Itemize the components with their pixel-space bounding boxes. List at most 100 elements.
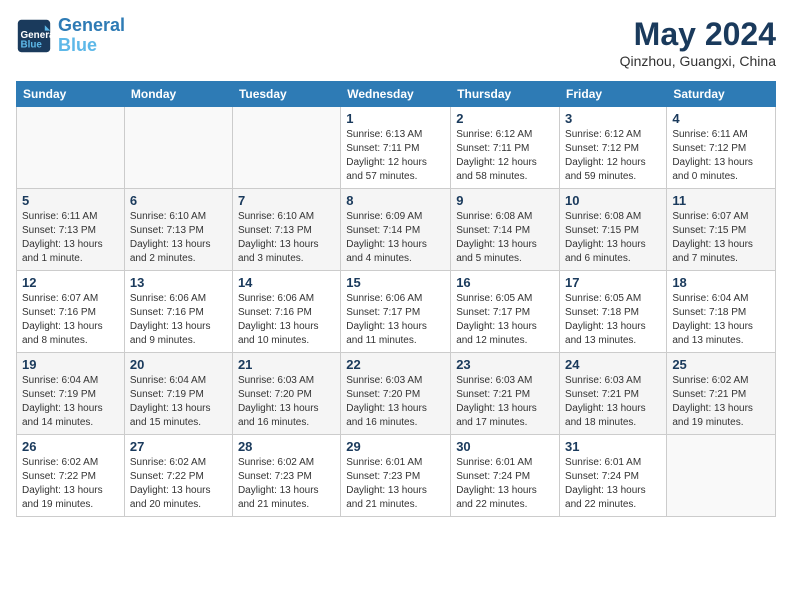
calendar-cell: 2Sunrise: 6:12 AM Sunset: 7:11 PM Daylig… (451, 107, 560, 189)
svg-text:Blue: Blue (21, 39, 43, 50)
calendar-cell: 27Sunrise: 6:02 AM Sunset: 7:22 PM Dayli… (124, 435, 232, 517)
calendar-cell: 6Sunrise: 6:10 AM Sunset: 7:13 PM Daylig… (124, 189, 232, 271)
day-number: 20 (130, 357, 227, 372)
calendar-cell: 24 Sunrise: 6:03 AM Sunset: 7:21 PM Dayli… (560, 353, 667, 435)
calendar-cell: 28 Sunrise: 6:02 AM Sunset: 7:23 PM Dayli… (232, 435, 340, 517)
calendar-cell: 4Sunrise: 6:11 AM Sunset: 7:12 PM Daylig… (667, 107, 776, 189)
calendar-cell: 17 Sunrise: 6:05 AM Sunset: 7:18 PM Dayli… (560, 271, 667, 353)
day-info: Sunrise: 6:08 AM Sunset: 7:14 PM Dayligh… (456, 210, 554, 266)
weekday-header-friday: Friday (560, 82, 667, 107)
calendar-cell: 22 Sunrise: 6:03 AM Sunset: 7:20 PM Dayli… (341, 353, 451, 435)
day-number: 10 (565, 193, 661, 208)
day-info: Sunrise: 6:02 AM Sunset: 7:23 PM Dayligh… (238, 456, 335, 512)
day-info: Sunrise: 6:11 AM Sunset: 7:13 PM Dayligh… (22, 210, 119, 266)
calendar-cell: 1Sunrise: 6:13 AM Sunset: 7:11 PM Daylig… (341, 107, 451, 189)
day-number: 16 (456, 275, 554, 290)
day-number: 3 (565, 111, 661, 126)
day-info: Sunrise: 6:12 AM Sunset: 7:12 PM Dayligh… (565, 128, 661, 184)
day-info: Sunrise: 6:01 AM Sunset: 7:23 PM Dayligh… (346, 456, 445, 512)
logo: General Blue GeneralBlue (16, 16, 125, 56)
calendar-cell: 8 Sunrise: 6:09 AM Sunset: 7:14 PM Daylig… (341, 189, 451, 271)
calendar-cell: 5 Sunrise: 6:11 AM Sunset: 7:13 PM Daylig… (17, 189, 125, 271)
day-number: 13 (130, 275, 227, 290)
calendar-week-3: 12 Sunrise: 6:07 AM Sunset: 7:16 PM Dayli… (17, 271, 776, 353)
calendar-cell: 30 Sunrise: 6:01 AM Sunset: 7:24 PM Dayli… (451, 435, 560, 517)
day-info: Sunrise: 6:07 AM Sunset: 7:16 PM Dayligh… (22, 292, 119, 348)
weekday-header-tuesday: Tuesday (232, 82, 340, 107)
day-info: Sunrise: 6:04 AM Sunset: 7:18 PM Dayligh… (672, 292, 770, 348)
day-info: Sunrise: 6:09 AM Sunset: 7:14 PM Dayligh… (346, 210, 445, 266)
calendar-cell (232, 107, 340, 189)
calendar-week-2: 5 Sunrise: 6:11 AM Sunset: 7:13 PM Daylig… (17, 189, 776, 271)
day-number: 30 (456, 439, 554, 454)
day-number: 19 (22, 357, 119, 372)
day-info: Sunrise: 6:01 AM Sunset: 7:24 PM Dayligh… (565, 456, 661, 512)
day-info: Sunrise: 6:07 AM Sunset: 7:15 PM Dayligh… (672, 210, 770, 266)
page-header: General Blue GeneralBlue May 2024 Qinzho… (16, 16, 776, 69)
calendar-cell: 29 Sunrise: 6:01 AM Sunset: 7:23 PM Dayli… (341, 435, 451, 517)
day-info: Sunrise: 6:03 AM Sunset: 7:21 PM Dayligh… (456, 374, 554, 430)
day-number: 2 (456, 111, 554, 126)
weekday-header-thursday: Thursday (451, 82, 560, 107)
day-info: Sunrise: 6:08 AM Sunset: 7:15 PM Dayligh… (565, 210, 661, 266)
day-info: Sunrise: 6:05 AM Sunset: 7:17 PM Dayligh… (456, 292, 554, 348)
day-number: 11 (672, 193, 770, 208)
calendar-cell: 23 Sunrise: 6:03 AM Sunset: 7:21 PM Dayli… (451, 353, 560, 435)
day-info: Sunrise: 6:03 AM Sunset: 7:20 PM Dayligh… (346, 374, 445, 430)
day-number: 8 (346, 193, 445, 208)
day-number: 25 (672, 357, 770, 372)
day-number: 4 (672, 111, 770, 126)
weekday-header-saturday: Saturday (667, 82, 776, 107)
calendar-cell: 20 Sunrise: 6:04 AM Sunset: 7:19 PM Dayli… (124, 353, 232, 435)
day-number: 21 (238, 357, 335, 372)
day-number: 22 (346, 357, 445, 372)
day-info: Sunrise: 6:06 AM Sunset: 7:16 PM Dayligh… (238, 292, 335, 348)
day-info: Sunrise: 6:10 AM Sunset: 7:13 PM Dayligh… (238, 210, 335, 266)
calendar-cell: 3 Sunrise: 6:12 AM Sunset: 7:12 PM Daylig… (560, 107, 667, 189)
calendar-cell: 13 Sunrise: 6:06 AM Sunset: 7:16 PM Dayli… (124, 271, 232, 353)
calendar-cell: 16 Sunrise: 6:05 AM Sunset: 7:17 PM Dayli… (451, 271, 560, 353)
day-number: 18 (672, 275, 770, 290)
day-number: 23 (456, 357, 554, 372)
calendar-cell: 26Sunrise: 6:02 AM Sunset: 7:22 PM Dayli… (17, 435, 125, 517)
calendar-table: SundayMondayTuesdayWednesdayThursdayFrid… (16, 81, 776, 517)
calendar-week-5: 26Sunrise: 6:02 AM Sunset: 7:22 PM Dayli… (17, 435, 776, 517)
day-info: Sunrise: 6:04 AM Sunset: 7:19 PM Dayligh… (130, 374, 227, 430)
day-number: 7 (238, 193, 335, 208)
calendar-week-4: 19 Sunrise: 6:04 AM Sunset: 7:19 PM Dayli… (17, 353, 776, 435)
day-info: Sunrise: 6:06 AM Sunset: 7:17 PM Dayligh… (346, 292, 445, 348)
day-number: 14 (238, 275, 335, 290)
logo-text: GeneralBlue (58, 16, 125, 56)
day-number: 28 (238, 439, 335, 454)
logo-icon: General Blue (16, 18, 52, 54)
day-info: Sunrise: 6:05 AM Sunset: 7:18 PM Dayligh… (565, 292, 661, 348)
calendar-body: 1Sunrise: 6:13 AM Sunset: 7:11 PM Daylig… (17, 107, 776, 517)
weekday-header-row: SundayMondayTuesdayWednesdayThursdayFrid… (17, 82, 776, 107)
day-number: 29 (346, 439, 445, 454)
calendar-cell: 12 Sunrise: 6:07 AM Sunset: 7:16 PM Dayli… (17, 271, 125, 353)
day-number: 17 (565, 275, 661, 290)
calendar-cell: 9 Sunrise: 6:08 AM Sunset: 7:14 PM Daylig… (451, 189, 560, 271)
calendar-cell: 7 Sunrise: 6:10 AM Sunset: 7:13 PM Daylig… (232, 189, 340, 271)
calendar-cell (124, 107, 232, 189)
calendar-cell: 15Sunrise: 6:06 AM Sunset: 7:17 PM Dayli… (341, 271, 451, 353)
weekday-header-wednesday: Wednesday (341, 82, 451, 107)
day-number: 5 (22, 193, 119, 208)
day-info: Sunrise: 6:01 AM Sunset: 7:24 PM Dayligh… (456, 456, 554, 512)
day-info: Sunrise: 6:02 AM Sunset: 7:22 PM Dayligh… (22, 456, 119, 512)
day-number: 12 (22, 275, 119, 290)
calendar-cell: 14 Sunrise: 6:06 AM Sunset: 7:16 PM Dayli… (232, 271, 340, 353)
calendar-header: SundayMondayTuesdayWednesdayThursdayFrid… (17, 82, 776, 107)
calendar-cell: 31Sunrise: 6:01 AM Sunset: 7:24 PM Dayli… (560, 435, 667, 517)
day-info: Sunrise: 6:04 AM Sunset: 7:19 PM Dayligh… (22, 374, 119, 430)
calendar-cell (667, 435, 776, 517)
day-info: Sunrise: 6:06 AM Sunset: 7:16 PM Dayligh… (130, 292, 227, 348)
day-number: 1 (346, 111, 445, 126)
day-info: Sunrise: 6:03 AM Sunset: 7:21 PM Dayligh… (565, 374, 661, 430)
day-number: 24 (565, 357, 661, 372)
calendar-week-1: 1Sunrise: 6:13 AM Sunset: 7:11 PM Daylig… (17, 107, 776, 189)
day-info: Sunrise: 6:03 AM Sunset: 7:20 PM Dayligh… (238, 374, 335, 430)
day-info: Sunrise: 6:02 AM Sunset: 7:21 PM Dayligh… (672, 374, 770, 430)
day-number: 9 (456, 193, 554, 208)
day-number: 6 (130, 193, 227, 208)
